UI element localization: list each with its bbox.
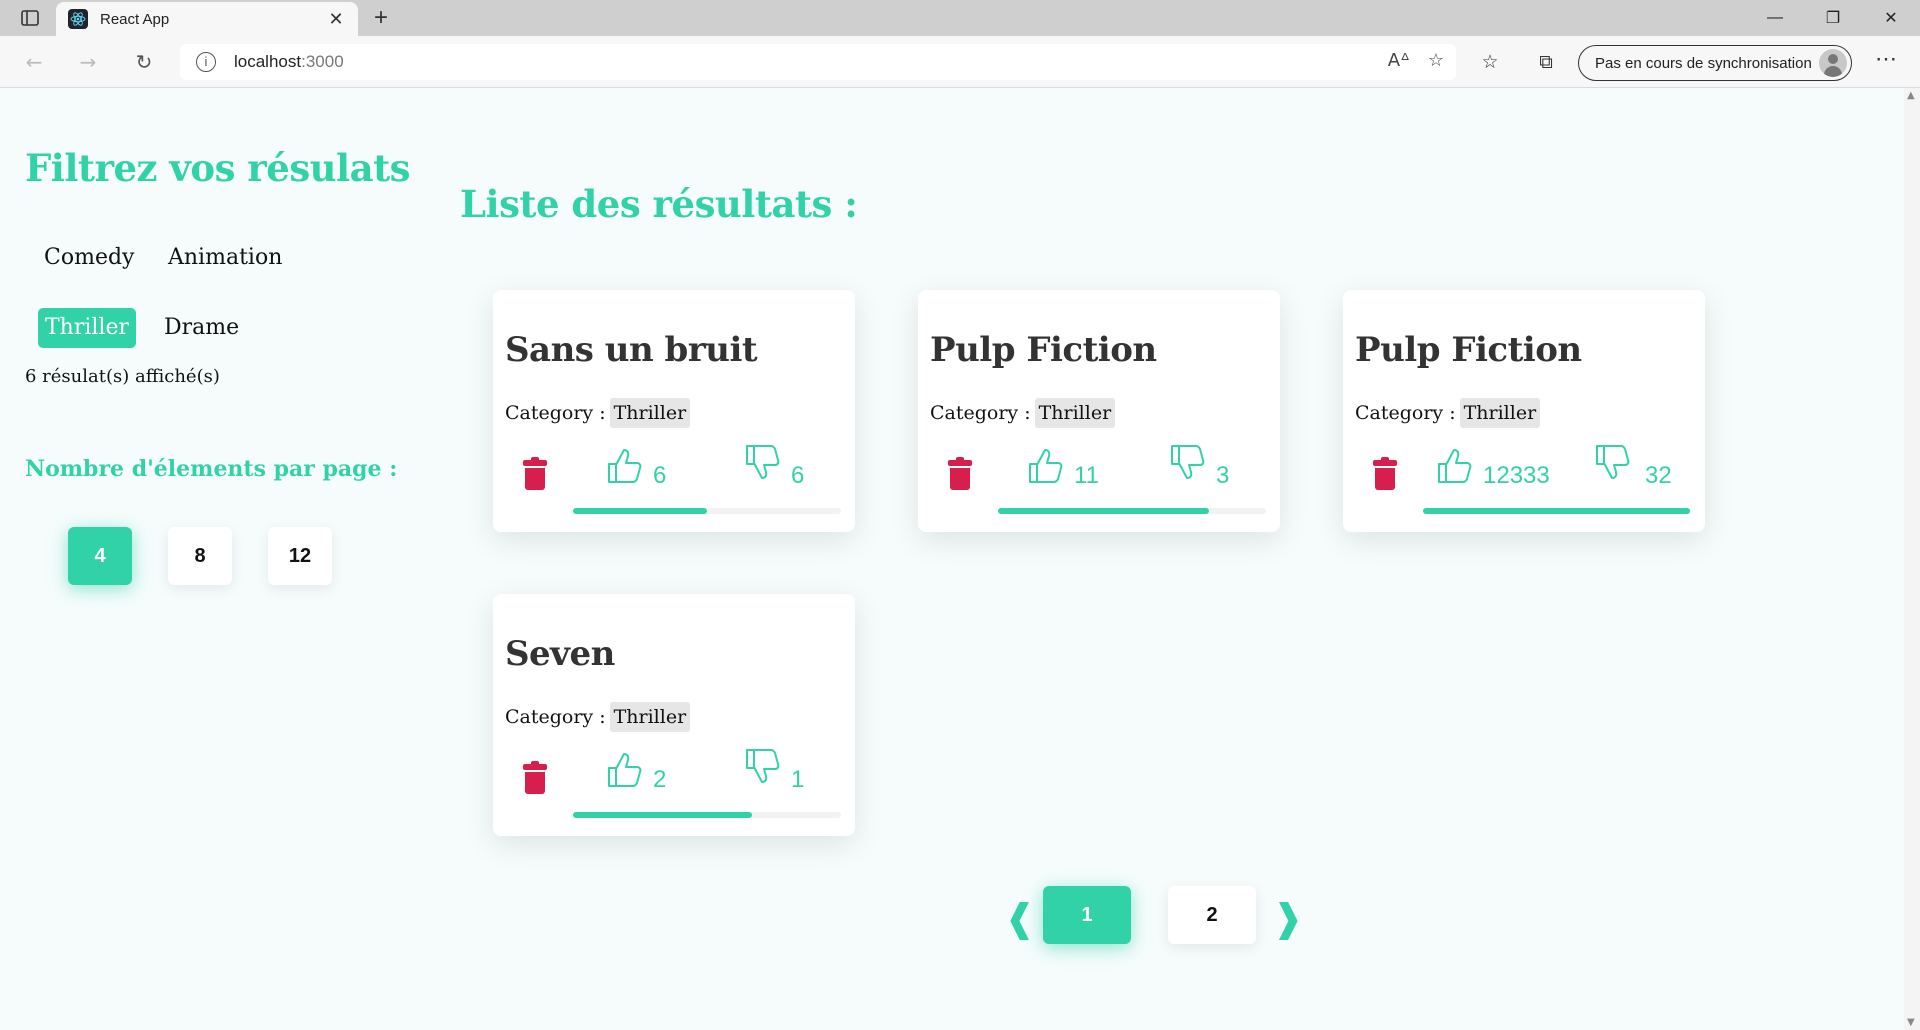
window-controls: — ❐ ✕ (1746, 0, 1920, 36)
category-label: Category : (505, 402, 606, 424)
page-2-button[interactable]: 2 (1168, 886, 1256, 944)
category-label: Category : (505, 706, 606, 728)
like-icon[interactable] (1435, 446, 1475, 486)
like-icon[interactable] (605, 750, 645, 790)
movie-card: Pulp Fiction Category : Thriller 12333 32 (1343, 290, 1705, 532)
delete-icon[interactable] (523, 457, 547, 490)
movie-title: Seven (505, 634, 615, 674)
category-badge: Thriller (609, 702, 691, 732)
restore-button[interactable]: ❐ (1804, 0, 1862, 36)
url-field[interactable]: i localhost:3000 A͏ᐞ ☆ (180, 44, 1456, 80)
dislike-icon[interactable] (743, 746, 783, 786)
dislike-icon[interactable] (1168, 442, 1208, 482)
movie-category: Category : Thriller (930, 396, 1116, 430)
movie-category: Category : Thriller (1355, 396, 1541, 430)
category-badge: Thriller (609, 398, 691, 428)
filter-drame[interactable]: Drame (157, 308, 246, 348)
like-ratio-fill (573, 508, 707, 514)
forward-icon[interactable]: → (72, 46, 104, 78)
scroll-down-icon[interactable]: ▼ (1907, 1017, 1915, 1028)
dislike-count: 1 (791, 766, 805, 793)
like-icon[interactable] (1026, 446, 1066, 486)
back-icon[interactable]: ← (18, 46, 50, 78)
sidebar-title: Filtrez vos résulats (25, 146, 411, 190)
read-aloud-icon[interactable]: A͏ᐞ (1388, 50, 1410, 71)
movie-title: Sans un bruit (505, 330, 758, 370)
dislike-count: 32 (1645, 462, 1672, 489)
sync-label: Pas en cours de synchronisation (1595, 54, 1812, 72)
delete-icon[interactable] (523, 761, 547, 794)
like-count: 11 (1074, 462, 1099, 489)
like-ratio-fill (1423, 508, 1691, 514)
avatar-icon (1819, 49, 1847, 77)
page-1-button[interactable]: 1 (1043, 886, 1131, 944)
like-ratio-fill (573, 812, 752, 818)
category-badge: Thriller (1034, 398, 1116, 428)
next-page-icon[interactable]: ❱ (1272, 896, 1304, 940)
url-host: localhost (234, 52, 302, 71)
dislike-icon[interactable] (743, 442, 783, 482)
profile-sync-button[interactable]: Pas en cours de synchronisation (1578, 45, 1852, 81)
category-label: Category : (930, 402, 1031, 424)
like-ratio-fill (998, 508, 1209, 514)
like-ratio-bar (573, 508, 841, 514)
movie-title: Pulp Fiction (930, 330, 1157, 370)
dislike-count: 6 (791, 462, 805, 489)
prev-page-icon[interactable]: ❰ (1004, 896, 1036, 940)
browser-tab[interactable]: React App ✕ (56, 2, 358, 36)
per-page-4-button[interactable]: 4 (68, 527, 132, 585)
filter-comedy[interactable]: Comedy (37, 238, 141, 278)
like-count: 6 (653, 462, 667, 489)
movie-title: Pulp Fiction (1355, 330, 1582, 370)
movie-card: Seven Category : Thriller 2 1 (493, 594, 855, 836)
favorites-icon[interactable]: ☆ (1474, 46, 1506, 78)
react-logo-icon (68, 9, 88, 29)
new-tab-button[interactable]: + (368, 6, 394, 32)
movie-category: Category : Thriller (505, 396, 691, 430)
tab-title: React App (100, 10, 170, 28)
movie-card: Pulp Fiction Category : Thriller 11 3 (918, 290, 1280, 532)
refresh-icon[interactable]: ↻ (128, 46, 160, 78)
browser-tab-bar: React App ✕ + — ❐ ✕ (0, 0, 1920, 36)
close-window-button[interactable]: ✕ (1862, 0, 1920, 36)
delete-icon[interactable] (948, 457, 972, 490)
like-ratio-bar (1423, 508, 1691, 514)
movie-card: Sans un bruit Category : Thriller 6 6 (493, 290, 855, 532)
like-ratio-bar (573, 812, 841, 818)
per-page-title: Nombre d'élements par page : (25, 456, 398, 482)
like-count: 12333 (1483, 462, 1550, 489)
add-favorite-icon[interactable]: ☆ (1428, 50, 1444, 71)
like-ratio-bar (998, 508, 1266, 514)
more-menu-icon[interactable]: ⋯ (1870, 46, 1902, 78)
tab-actions-icon[interactable] (18, 8, 42, 28)
page-scrollbar[interactable]: ▲ ▼ (1904, 88, 1920, 1030)
like-icon[interactable] (605, 446, 645, 486)
result-count: 6 résulat(s) affiché(s) (25, 366, 220, 387)
minimize-button[interactable]: — (1746, 0, 1804, 36)
category-label: Category : (1355, 402, 1456, 424)
filter-animation[interactable]: Animation (161, 238, 289, 278)
collections-icon[interactable]: ⧉ (1530, 46, 1562, 78)
address-bar-row: ← → ↻ i localhost:3000 A͏ᐞ ☆ ☆ ⧉ Pas en … (0, 36, 1920, 88)
like-count: 2 (653, 766, 667, 793)
per-page-8-button[interactable]: 8 (168, 527, 232, 585)
tab-close-icon[interactable]: ✕ (326, 9, 346, 30)
movie-category: Category : Thriller (505, 700, 691, 734)
results-title: Liste des résultats : (460, 182, 858, 226)
filter-thriller[interactable]: Thriller (38, 308, 137, 348)
dislike-icon[interactable] (1593, 442, 1633, 482)
category-badge: Thriller (1459, 398, 1541, 428)
dislike-count: 3 (1216, 462, 1230, 489)
delete-icon[interactable] (1373, 457, 1397, 490)
url-port: :3000 (301, 52, 344, 71)
per-page-12-button[interactable]: 12 (268, 527, 332, 585)
site-info-icon[interactable]: i (196, 52, 216, 72)
scroll-up-icon[interactable]: ▲ (1907, 90, 1915, 101)
